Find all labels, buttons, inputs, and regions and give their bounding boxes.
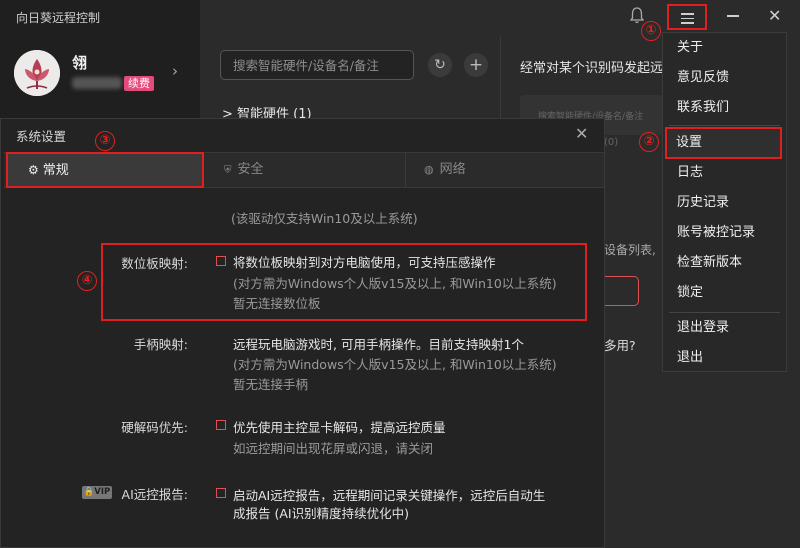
renew-badge[interactable]: 续费 bbox=[124, 76, 154, 91]
username: 翎 bbox=[72, 54, 88, 72]
avatar-lotus-icon bbox=[14, 50, 60, 96]
ai-report-label: AI远控报告: bbox=[121, 487, 188, 502]
hamburger-icon bbox=[681, 13, 694, 27]
ai-report-checkbox[interactable] bbox=[216, 488, 226, 498]
hwdecode-checkbox[interactable] bbox=[216, 420, 226, 430]
tab-label: 常规 bbox=[42, 163, 69, 178]
search-input[interactable] bbox=[221, 51, 413, 79]
menu-item-contact[interactable]: 联系我们 bbox=[663, 93, 786, 123]
vip-text: VIP bbox=[94, 487, 111, 497]
menu-separator bbox=[669, 125, 780, 126]
tablet-mapping-checkbox[interactable] bbox=[216, 256, 226, 266]
menu-item-history[interactable]: 历史记录 bbox=[663, 188, 786, 218]
gamepad-status: 暂无连接手柄 bbox=[233, 377, 309, 392]
close-window-button[interactable]: ✕ bbox=[768, 6, 781, 25]
chevron-right-icon[interactable]: › bbox=[172, 62, 178, 80]
menu-item-exit[interactable]: 退出 bbox=[663, 343, 786, 373]
background-question: 多用? bbox=[604, 338, 636, 353]
main-menu-dropdown: 关于 意见反馈 联系我们 设置 日志 历史记录 账号被控记录 检查新版本 锁定 … bbox=[662, 32, 787, 372]
search-box[interactable] bbox=[220, 50, 414, 80]
tab-network[interactable]: ◍ 网络 bbox=[424, 152, 466, 188]
ai-report-text: 启动AI远控报告，远程期间记录关键操作，远控后自动生 bbox=[233, 488, 546, 503]
annotation-marker-2: ② bbox=[639, 132, 659, 152]
refresh-button[interactable]: ↻ bbox=[428, 53, 452, 77]
lock-icon: 🔒 bbox=[83, 487, 95, 497]
globe-icon: ◍ bbox=[424, 163, 434, 176]
tab-separator bbox=[405, 152, 406, 188]
dialog-title: 系统设置 bbox=[16, 129, 67, 144]
annotation-marker-1: ① bbox=[641, 21, 661, 41]
tab-general[interactable]: ⚙ 常规 bbox=[6, 152, 204, 188]
menu-item-check-update[interactable]: 检查新版本 bbox=[663, 248, 786, 278]
device-count: (0) bbox=[604, 137, 619, 148]
shield-icon: ⛨ bbox=[224, 165, 232, 176]
annotation-marker-4: ④ bbox=[77, 271, 97, 291]
gamepad-mapping-label: 手柄映射: bbox=[133, 337, 188, 352]
hwdecode-text: 优先使用主控显卡解码，提高远控质量 bbox=[233, 420, 446, 435]
account-id-blurred bbox=[72, 77, 122, 89]
gamepad-mapping-text: 远程玩电脑游戏时, 可用手柄操作。目前支持映射1个 bbox=[233, 337, 524, 352]
menu-item-lock[interactable]: 锁定 bbox=[663, 278, 786, 308]
tab-security[interactable]: ⛨ 安全 bbox=[224, 152, 264, 188]
bell-shape bbox=[629, 7, 645, 24]
tablet-mapping-text: 将数位板映射到对方电脑使用，可支持压感操作 bbox=[233, 255, 496, 270]
hwdecode-hint: 如远控期间出现花屏或闪退，请关闭 bbox=[233, 441, 434, 456]
avatar[interactable] bbox=[14, 50, 60, 96]
tab-label: 安全 bbox=[237, 162, 264, 177]
device-list-text: 设备列表, bbox=[604, 243, 656, 257]
tab-label: 网络 bbox=[439, 162, 466, 177]
driver-note: (该驱动仅支持Win10及以上系统) bbox=[231, 211, 418, 226]
right-panel-heading: 经常对某个识别码发起远 bbox=[520, 61, 664, 76]
tablet-mapping-label: 数位板映射: bbox=[121, 256, 188, 271]
gear-icon: ⚙ bbox=[28, 163, 39, 177]
menu-item-log[interactable]: 日志 bbox=[663, 158, 786, 188]
menu-item-controlled-log[interactable]: 账号被控记录 bbox=[663, 218, 786, 248]
close-icon[interactable]: ✕ bbox=[575, 124, 588, 143]
hwdecode-label: 硬解码优先: bbox=[121, 420, 188, 435]
annotation-marker-3: ③ bbox=[95, 131, 115, 151]
tablet-mapping-requirement: (对方需为Windows个人版v15及以上, 和Win10以上系统) bbox=[233, 276, 557, 291]
menu-item-feedback[interactable]: 意见反馈 bbox=[663, 63, 786, 93]
menu-item-logout[interactable]: 退出登录 bbox=[663, 313, 786, 343]
app-title: 向日葵远程控制 bbox=[16, 11, 101, 25]
gamepad-mapping-requirement: (对方需为Windows个人版v15及以上, 和Win10以上系统) bbox=[233, 357, 557, 372]
add-button[interactable]: + bbox=[464, 53, 488, 77]
plus-icon: + bbox=[468, 55, 484, 75]
menu-item-settings-highlighted[interactable]: 设置 bbox=[676, 127, 702, 159]
vip-badge: 🔒VIP bbox=[82, 486, 112, 499]
menu-button[interactable] bbox=[667, 4, 707, 30]
minimize-button[interactable] bbox=[727, 15, 739, 17]
menu-item-about[interactable]: 关于 bbox=[663, 33, 786, 63]
tablet-status: 暂无连接数位板 bbox=[233, 296, 321, 311]
refresh-icon: ↻ bbox=[434, 57, 446, 73]
background-button[interactable] bbox=[604, 276, 639, 306]
ai-report-text-cont: 成报告 (AI识别精度持续优化中) bbox=[233, 506, 409, 521]
